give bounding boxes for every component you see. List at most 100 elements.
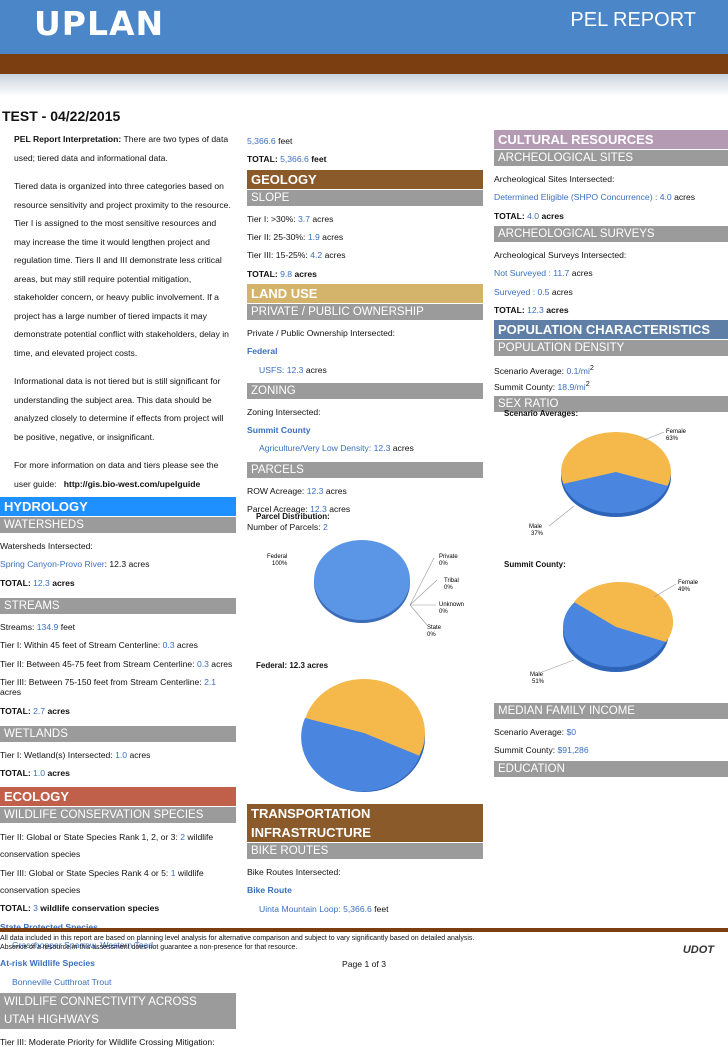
arch-surveys-not: Not Surveyed : 11.7 acres [494, 268, 728, 278]
tier-unit: acres [0, 687, 22, 698]
total-label: TOTAL: [0, 903, 31, 914]
ownership-usfs: USFS: 12.3 acres [247, 365, 483, 375]
ecology-header: ECOLOGY [0, 787, 236, 807]
total-label: TOTAL: [0, 705, 31, 716]
tier-value: 1.9 [307, 231, 320, 242]
connectivity-title-1: WILDLIFE CONNECTIVITY ACROSS [4, 996, 197, 1008]
bike-item-label: Uinta Mountain Loop: [259, 903, 341, 914]
total-unit: acres [541, 210, 564, 221]
sex-sc-title: Summit County: [504, 560, 566, 569]
intro-p4: For more information on data and tiers p… [0, 456, 236, 493]
label-female: Female [666, 429, 687, 435]
tier-label: Tier III: 15-25%: [247, 250, 308, 261]
tier-value: 0.3 [162, 640, 175, 651]
pop-density-header: POPULATION DENSITY [494, 340, 728, 357]
label-male: Male [530, 672, 544, 678]
slope-t3: Tier III: 15-25%: 4.2 acres [247, 250, 483, 260]
bike-label: Bike Routes Intersected: [247, 867, 341, 877]
geology-header: GEOLOGY [247, 169, 483, 189]
zoning-label: Zoning Intersected: [247, 406, 321, 417]
parcels-header: PARCELS [247, 461, 483, 478]
sex-sa-chart: Female63% Male37% [529, 429, 687, 537]
zoning-header: ZONING [247, 382, 483, 399]
usfs-label: USFS: [259, 364, 285, 375]
cont-value: 5,366.6 [247, 136, 276, 146]
pct-female: 49% [678, 587, 691, 593]
pop-density-sa: Scenario Average: 0.1/mi2 [494, 364, 728, 376]
watershed-link[interactable]: Spring Canyon-Provo River [0, 559, 105, 569]
cultural-header: CULTURAL RESOURCES [494, 130, 728, 149]
wcs-total: TOTAL: 3 wildlife conservation species [0, 903, 236, 913]
total-label: TOTAL: [247, 268, 278, 279]
parcel-dist-chart: Federal100% Private0% Tribal0% Unknown0%… [267, 540, 464, 638]
slope-total: TOTAL: 9.8 acres [247, 269, 483, 279]
sc-sup: 2 [585, 380, 590, 389]
tier-label: Tier II: 25-30%: [247, 231, 306, 242]
bike-route-item: Uinta Mountain Loop: 5,366.6 feet [247, 904, 483, 914]
surveyed-label: Surveyed : 0.5 [494, 286, 550, 297]
tier-unit: acres [176, 640, 198, 651]
education-header: EDUCATION [494, 760, 728, 777]
tier-label: Tier I: Wetland(s) Intersected: [0, 749, 113, 760]
label-state: State [427, 625, 442, 631]
sa-value: 0.1/mi [566, 366, 590, 377]
tier-unit: acres [129, 749, 151, 760]
leader-private [409, 557, 435, 606]
tier-label: Tier II: Between 45-75 feet from Stream … [0, 658, 195, 669]
page-title: TEST - 04/22/2015 [2, 108, 121, 124]
pct-female: 63% [666, 436, 679, 442]
total-unit: feet [311, 154, 327, 165]
total-value: 9.8 [280, 268, 293, 279]
total-unit: acres [47, 768, 70, 779]
pop-density-sc: Summit County: 18.9/mi2 [494, 380, 728, 392]
total-label: TOTAL: [247, 154, 278, 165]
leader-tribal [409, 579, 438, 606]
row-value: 12.3 [306, 485, 324, 496]
column-middle: 5,366.6 feet TOTAL: 5,366.6 feet GEOLOGY… [247, 130, 483, 533]
total-value: 12.3 [33, 577, 50, 588]
slope-t1: Tier I: >30%: 3.7 acres [247, 214, 483, 224]
m-sa-value: $0 [566, 727, 577, 737]
tier-value: 1 [170, 868, 176, 879]
label-female: Female [678, 580, 699, 586]
user-guide-link[interactable]: http://gis.bio-west.com/upelguide [64, 479, 201, 489]
tier-value: 4.2 [310, 250, 323, 261]
pct-federal: 100% [272, 561, 288, 567]
footer-line-1: All data included in this report are bas… [0, 935, 475, 942]
total-unit: wildlife conservation species [40, 903, 160, 914]
at-risk-list: Bonneville Cutthroat Trout [12, 976, 112, 987]
total-unit: acres [47, 705, 70, 716]
pct-male: 37% [531, 531, 544, 537]
arch-sites-item: Determined Eligible (SHPO Concurrence) :… [494, 192, 728, 202]
total-value: 3 [33, 903, 38, 914]
ownership-label: Private / Public Ownership Intersected: [247, 327, 396, 338]
streams-line: Streams: 134.9 feet [0, 622, 236, 632]
m-sa-label: Scenario Average: [494, 727, 565, 737]
sa-label: Scenario Average: [494, 366, 565, 377]
parcel-pie-federal [314, 540, 410, 620]
zoning-item-value: 12.3 [373, 443, 391, 454]
watersheds-label: Watersheds Intersected: [0, 541, 93, 551]
sc-value: 18.9/mi [557, 382, 586, 393]
slope-t2: Tier II: 25-30%: 1.9 acres [247, 232, 483, 242]
header-bar: UPLAN PEL REPORT [0, 0, 728, 54]
tier-value: 1.0 [115, 749, 128, 760]
footer-line-2: Absence of a resource in this assessment… [0, 943, 298, 951]
sa-sup: 2 [589, 364, 594, 373]
zoning-item-unit: acres [392, 443, 414, 454]
label-tribal: Tribal [444, 578, 459, 584]
total-label: TOTAL: [0, 577, 31, 588]
arch-surveys-header: ARCHEOLOGICAL SURVEYS [494, 225, 728, 242]
population-header: POPULATION CHARACTERISTICS [494, 320, 728, 340]
intro-p3: Informational data is not tiered but is … [14, 376, 224, 442]
total-value: 1.0 [33, 768, 46, 779]
tier-label: Tier III: Between 75-150 feet from Strea… [0, 676, 202, 687]
zoning-item-label: Agriculture/Very Low Density: [259, 443, 372, 454]
parcel-dist-title: Parcel Distribution: [256, 512, 330, 521]
streams-label: Streams: [0, 621, 35, 632]
wetlands-header: WETLANDS [0, 725, 236, 742]
connectivity-header: WILDLIFE CONNECTIVITY ACROSS UTAH HIGHWAY… [0, 993, 236, 1029]
total-value: 5,366.6 [280, 154, 309, 165]
tier-value: 3.7 [298, 213, 310, 224]
m-sc-value: $91,286 [557, 745, 589, 756]
